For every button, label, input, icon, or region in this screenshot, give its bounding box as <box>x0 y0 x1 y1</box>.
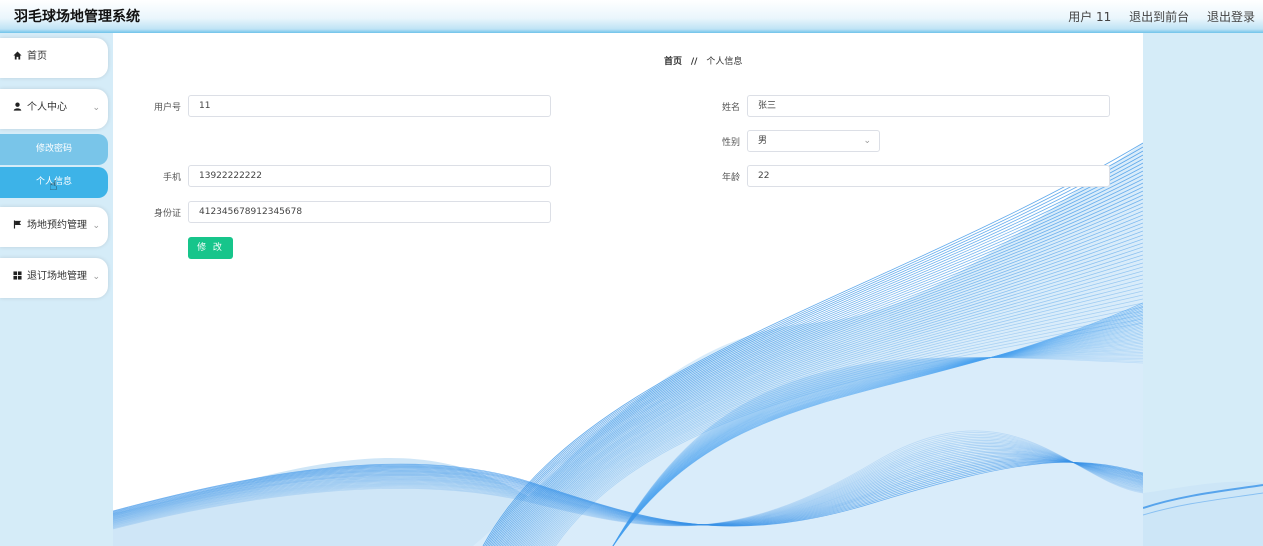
hand-cursor-icon: ☝ <box>49 178 58 194</box>
chevron-down-icon: ⌄ <box>92 221 100 231</box>
sidebar: 首页 个人中心 ⌄ 修改密码 个人信息 ☝ 场地预约管理 ⌄ 退订场地管理 ⌄ <box>0 33 113 546</box>
name-label: 姓名 <box>721 103 740 113</box>
top-header: 羽毛球场地管理系统 用户 11 退出到前台 退出登录 <box>0 0 1263 33</box>
breadcrumb: 首页 // 个人信息 <box>664 54 742 67</box>
username-field[interactable]: 11 <box>188 95 551 117</box>
phone-label: 手机 <box>162 173 181 183</box>
flag-icon <box>12 220 22 232</box>
age-field[interactable]: 22 <box>747 165 1110 187</box>
sidebar-item-refund-venue[interactable]: 退订场地管理 ⌄ <box>0 258 108 298</box>
home-icon <box>12 51 22 63</box>
gender-value: 男 <box>758 136 768 146</box>
age-label: 年龄 <box>721 173 740 183</box>
sidebar-item-label: 场地预约管理 <box>27 220 87 231</box>
name-field[interactable]: 张三 <box>747 95 1110 117</box>
sidebar-item-venue-booking[interactable]: 场地预约管理 ⌄ <box>0 207 108 247</box>
username-label: 用户号 <box>153 103 181 113</box>
sidebar-item-home[interactable]: 首页 <box>0 38 108 78</box>
chevron-down-icon: ⌄ <box>92 103 100 113</box>
sidebar-item-label: 退订场地管理 <box>27 271 87 282</box>
breadcrumb-separator: // <box>690 57 698 67</box>
id-card-label: 身份证 <box>153 209 181 219</box>
exit-to-front-link[interactable]: 退出到前台 <box>1129 10 1189 24</box>
phone-field[interactable]: 13922222222 <box>188 165 551 187</box>
sidebar-item-label: 个人中心 <box>27 102 67 113</box>
app-title: 羽毛球场地管理系统 <box>14 9 140 25</box>
gender-label: 性别 <box>721 138 740 148</box>
right-background-strip <box>1143 33 1263 546</box>
chevron-down-icon: ⌄ <box>863 136 871 146</box>
gender-select[interactable]: 男 ⌄ <box>747 130 880 152</box>
id-card-field[interactable]: 412345678912345678 <box>188 201 551 223</box>
edit-button[interactable]: 修 改 <box>188 237 233 259</box>
breadcrumb-current: 个人信息 <box>706 57 743 67</box>
breadcrumb-home[interactable]: 首页 <box>664 57 682 67</box>
chevron-down-icon: ⌄ <box>92 272 100 282</box>
main-content: 首页 // 个人信息 用户号 11 手机 13922222222 身份证 412… <box>113 33 1143 546</box>
sidebar-subitem-change-password[interactable]: 修改密码 <box>0 134 108 165</box>
grid-icon <box>12 271 22 283</box>
sidebar-item-label: 首页 <box>27 51 47 62</box>
user-icon <box>12 102 22 114</box>
logout-link[interactable]: 退出登录 <box>1207 10 1255 24</box>
wave-decoration <box>1143 481 1263 546</box>
header-actions: 用户 11 退出到前台 退出登录 <box>1054 8 1255 25</box>
sidebar-item-personal-center[interactable]: 个人中心 ⌄ <box>0 89 108 129</box>
user-info: 用户 11 <box>1068 10 1112 24</box>
